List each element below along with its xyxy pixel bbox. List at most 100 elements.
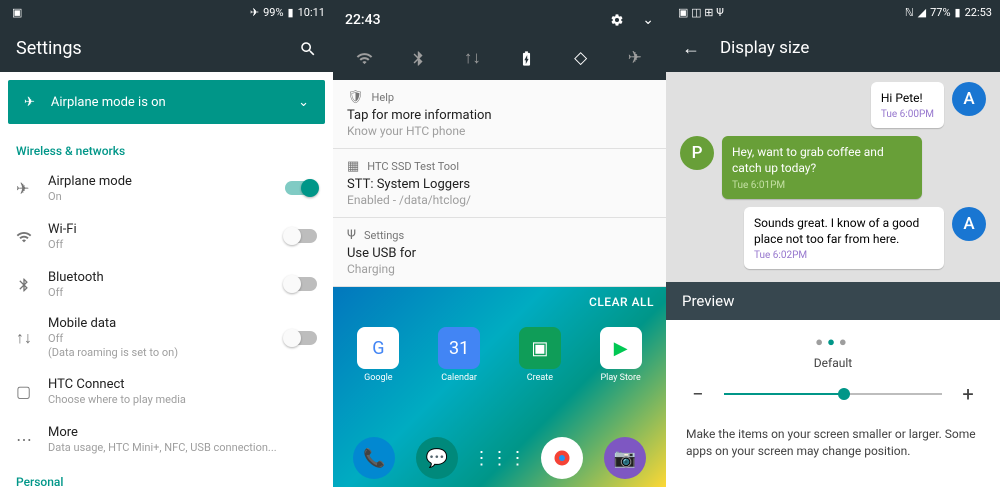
dock-chrome-icon[interactable] (541, 437, 583, 479)
qs-airplane-icon[interactable]: ✈ (615, 48, 655, 68)
qs-wifi-icon[interactable] (344, 48, 384, 68)
row-title: Wi-Fi (48, 222, 285, 237)
qs-time: 22:43 (345, 12, 610, 28)
expand-icon[interactable]: ⌄ (642, 12, 654, 28)
row-htc-connect[interactable]: ▢ HTC ConnectChoose where to play media (0, 367, 333, 415)
row-sub: Off (48, 238, 285, 251)
clock: 10:11 (298, 6, 325, 19)
data-icon: ↑↓ (16, 328, 48, 348)
dock-apps-icon[interactable]: ⋮⋮⋮ (478, 437, 520, 479)
qs-rotate-icon[interactable]: ◇ (561, 48, 601, 68)
app-label: Create (519, 373, 561, 383)
row-wifi[interactable]: Wi-FiOff (0, 212, 333, 260)
home-screen: CLEAR ALL GGoogle 31Calendar ▣Create ▶Pl… (333, 287, 666, 487)
avatar: A (952, 82, 986, 116)
sim-icon: ▣ (12, 6, 22, 19)
page-title: Display size (720, 38, 809, 58)
app-google[interactable]: GGoogle (357, 327, 399, 383)
status-bar: ▣ ✈ 99% ▮ 10:11 (0, 0, 333, 24)
usb-icon: Ψ (347, 228, 356, 243)
clock: 22:53 (965, 6, 992, 19)
app-play-store[interactable]: ▶Play Store (600, 327, 642, 383)
row-title: Mobile data (48, 316, 285, 331)
signal-icon: ◢ (918, 6, 926, 19)
row-title: Airplane mode (48, 174, 285, 189)
battery-icon: ▮ (288, 6, 294, 19)
back-icon[interactable]: ← (682, 38, 700, 59)
row-personalise[interactable]: ✎ Personalise (0, 495, 333, 500)
row-sub: Data usage, HTC Mini+, NFC, USB connecti… (48, 441, 317, 454)
dock-messages-icon[interactable]: 💬 (416, 437, 458, 479)
banner-text: Airplane mode is on (51, 95, 298, 110)
settings-icon[interactable] (610, 12, 624, 28)
slider-track[interactable] (724, 393, 942, 395)
category-personal: Personal (0, 463, 333, 495)
notif-title: Tap for more information (347, 108, 652, 123)
avatar: A (952, 207, 986, 241)
increase-button[interactable]: + (956, 382, 980, 406)
row-sub: Off (48, 332, 285, 345)
qs-battery-icon[interactable] (507, 48, 547, 68)
message-text: Hi Pete! (881, 90, 934, 106)
row-sub: On (48, 190, 285, 203)
notification-ssd[interactable]: ▦HTC SSD Test Tool STT: System Loggers E… (333, 149, 666, 218)
row-title: Bluetooth (48, 270, 285, 285)
airplane-banner[interactable]: ✈ Airplane mode is on ⌄ (8, 80, 325, 124)
qs-data-icon[interactable]: ↑↓ (452, 48, 492, 68)
notification-usb[interactable]: ΨSettings Use USB for Charging (333, 218, 666, 287)
nfc-icon: ℕ (905, 6, 914, 19)
chevron-down-icon: ⌄ (298, 95, 309, 110)
settings-screen: ▣ ✈ 99% ▮ 10:11 Settings ✈ Airplane mode… (0, 0, 333, 500)
dock-camera-icon[interactable]: 📷 (604, 437, 646, 479)
message-in: A Hi Pete! Tue 6:00PM (680, 82, 986, 128)
notif-app: Settings (364, 229, 404, 242)
qs-bluetooth-icon[interactable] (398, 48, 438, 68)
slider-thumb[interactable] (838, 388, 850, 400)
battery-text: 77% (930, 6, 950, 19)
clear-all-button[interactable]: CLEAR ALL (589, 295, 654, 309)
row-airplane-mode[interactable]: ✈ Airplane modeOn (0, 164, 333, 212)
notif-sub: Know your HTC phone (347, 124, 652, 138)
battery-icon: ▮ (955, 6, 961, 19)
message-time: Tue 6:01PM (732, 180, 912, 191)
toggle-wifi[interactable] (285, 229, 317, 243)
cast-icon: ▢ (16, 382, 48, 401)
app-calendar[interactable]: 31Calendar (438, 327, 480, 383)
notif-sub: Enabled - /data/htclog/ (347, 193, 652, 207)
search-icon[interactable] (299, 38, 317, 59)
chip-icon: ▦ (347, 159, 359, 174)
toggle-mobile-data[interactable] (285, 331, 317, 345)
preview-pane: A Hi Pete! Tue 6:00PM P Hey, want to grab… (666, 72, 1000, 282)
row-title: HTC Connect (48, 377, 317, 392)
dock-phone-icon[interactable]: 📞 (353, 437, 395, 479)
size-label: Default (666, 356, 1000, 370)
category-wireless: Wireless & networks (0, 132, 333, 164)
message-time: Tue 6:00PM (881, 109, 934, 120)
decrease-button[interactable]: − (686, 382, 710, 406)
row-title: More (48, 425, 317, 440)
toggle-airplane[interactable] (285, 181, 317, 195)
bluetooth-icon (16, 275, 48, 294)
row-sub2: (Data roaming is set to on) (48, 346, 285, 359)
wifi-icon (16, 227, 48, 246)
row-mobile-data[interactable]: ↑↓ Mobile dataOff(Data roaming is set to… (0, 308, 333, 367)
message-out: P Hey, want to grab coffee and catch up … (680, 136, 986, 198)
notif-title: Use USB for (347, 246, 652, 261)
row-bluetooth[interactable]: BluetoothOff (0, 260, 333, 308)
airplane-icon: ✈ (24, 95, 35, 110)
toggle-bluetooth[interactable] (285, 277, 317, 291)
app-bar: ← Display size (666, 24, 1000, 72)
quick-settings-header: 22:43 ⌄ ↑↓ ◇ ✈ (333, 0, 666, 80)
status-bar: ▣ ◫ ⊞ Ψ ℕ ◢ 77% ▮ 22:53 (666, 0, 1000, 24)
airplane-icon: ✈ (250, 6, 259, 19)
app-create[interactable]: ▣Create (519, 327, 561, 383)
notification-help[interactable]: 🛡Help Tap for more information Know your… (333, 80, 666, 149)
notif-title: STT: System Loggers (347, 177, 652, 192)
page-title: Settings (16, 38, 299, 59)
description: Make the items on your screen smaller or… (666, 418, 1000, 460)
airplane-icon: ✈ (16, 179, 48, 198)
shield-icon: 🛡 (347, 90, 364, 105)
message-time: Tue 6:02PM (754, 250, 934, 261)
row-more[interactable]: ⋯ MoreData usage, HTC Mini+, NFC, USB co… (0, 415, 333, 463)
message-in: A Sounds great. I know of a good place n… (680, 207, 986, 269)
